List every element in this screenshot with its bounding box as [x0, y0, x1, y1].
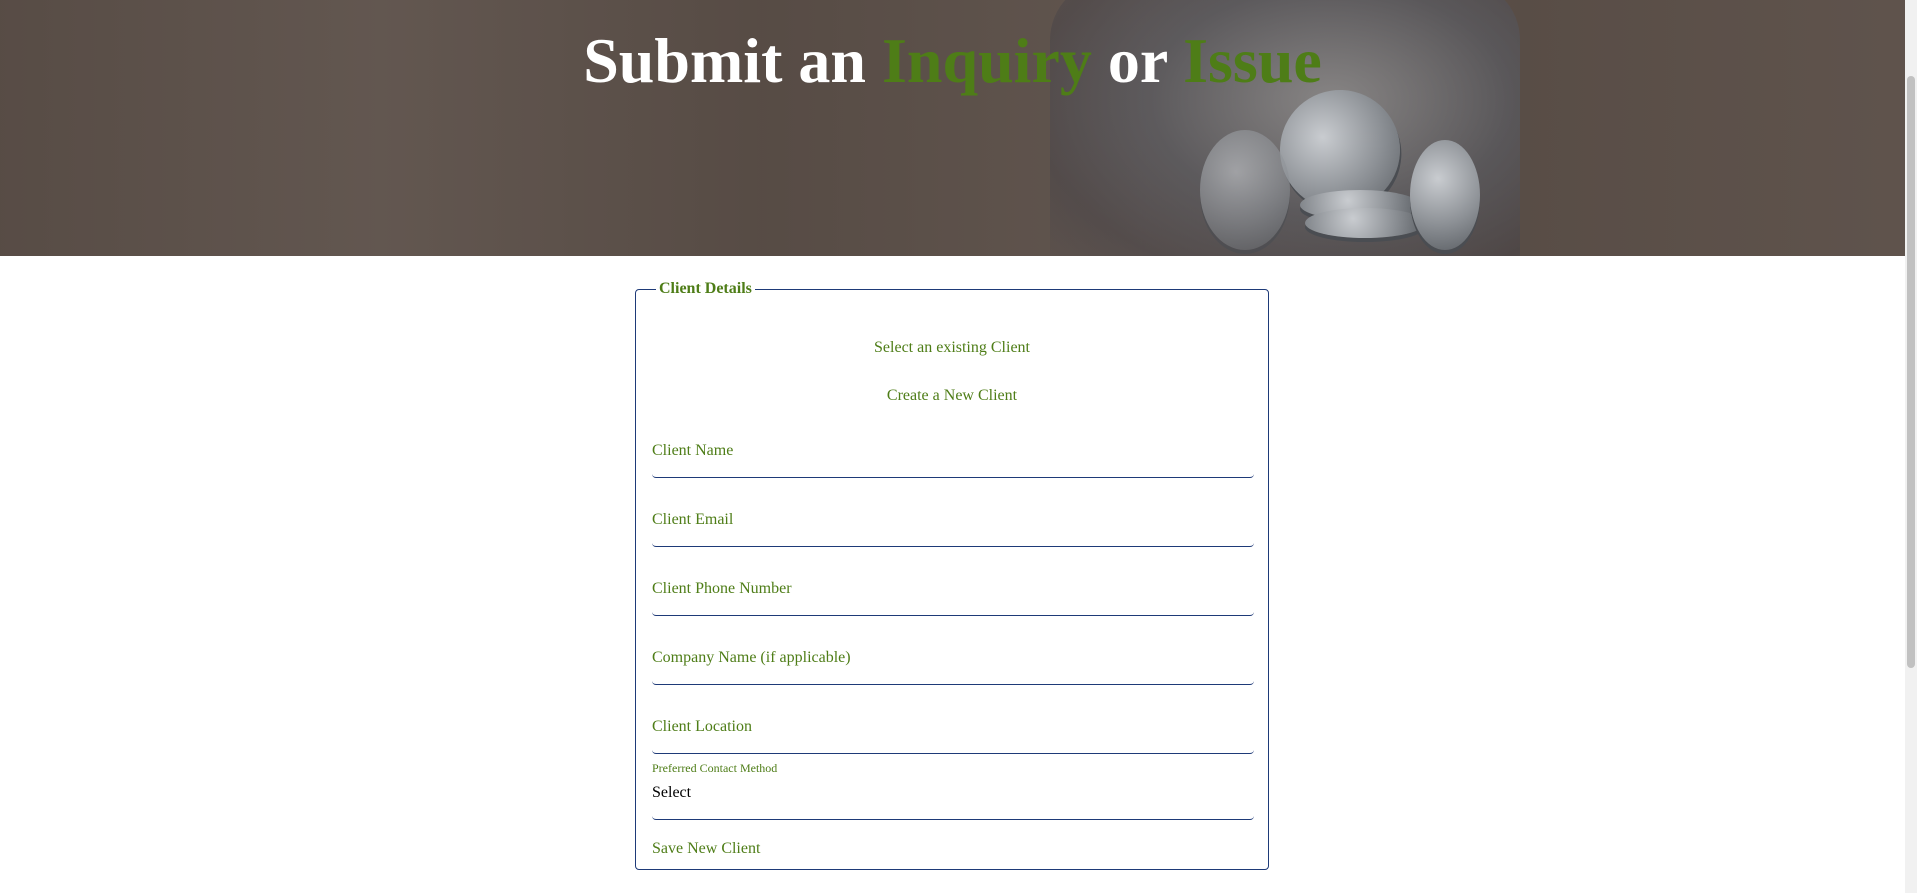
client-details-legend: Client Details	[659, 280, 752, 297]
client-phone-input[interactable]	[652, 574, 1254, 604]
scrollbar-thumb[interactable]	[1907, 76, 1915, 668]
client-details-fieldset: Client Details Select an existing Client…	[635, 280, 1269, 870]
client-location-field-wrap	[652, 712, 1254, 754]
create-new-client-link[interactable]: Create a New Client	[636, 387, 1268, 405]
client-name-field-wrap	[652, 436, 1254, 478]
client-name-input[interactable]	[652, 436, 1254, 466]
client-email-field-wrap	[652, 505, 1254, 547]
title-text-2: or	[1091, 25, 1184, 96]
company-name-input[interactable]	[652, 643, 1254, 673]
company-name-field-wrap	[652, 643, 1254, 685]
title-accent-issue: Issue	[1183, 25, 1322, 96]
preferred-contact-label: Preferred Contact Method	[652, 761, 778, 775]
title-accent-inquiry: Inquiry	[881, 25, 1092, 96]
save-new-client-button[interactable]: Save New Client	[652, 840, 760, 858]
client-phone-field-wrap	[652, 574, 1254, 616]
coin-image	[1200, 130, 1290, 250]
preferred-contact-value[interactable]: Select	[652, 778, 1254, 808]
select-existing-client-link[interactable]: Select an existing Client	[636, 339, 1268, 357]
page-scrollbar[interactable]	[1905, 0, 1917, 893]
hero-banner: Submit an Inquiry or Issue	[0, 0, 1905, 256]
coin-image	[1410, 140, 1480, 250]
title-text-1: Submit an	[583, 25, 882, 96]
coin-image	[1305, 208, 1425, 238]
client-email-input[interactable]	[652, 505, 1254, 535]
preferred-contact-select[interactable]: Select	[652, 778, 1254, 820]
page-title: Submit an Inquiry or Issue	[0, 24, 1905, 98]
client-location-input[interactable]	[652, 712, 1254, 742]
